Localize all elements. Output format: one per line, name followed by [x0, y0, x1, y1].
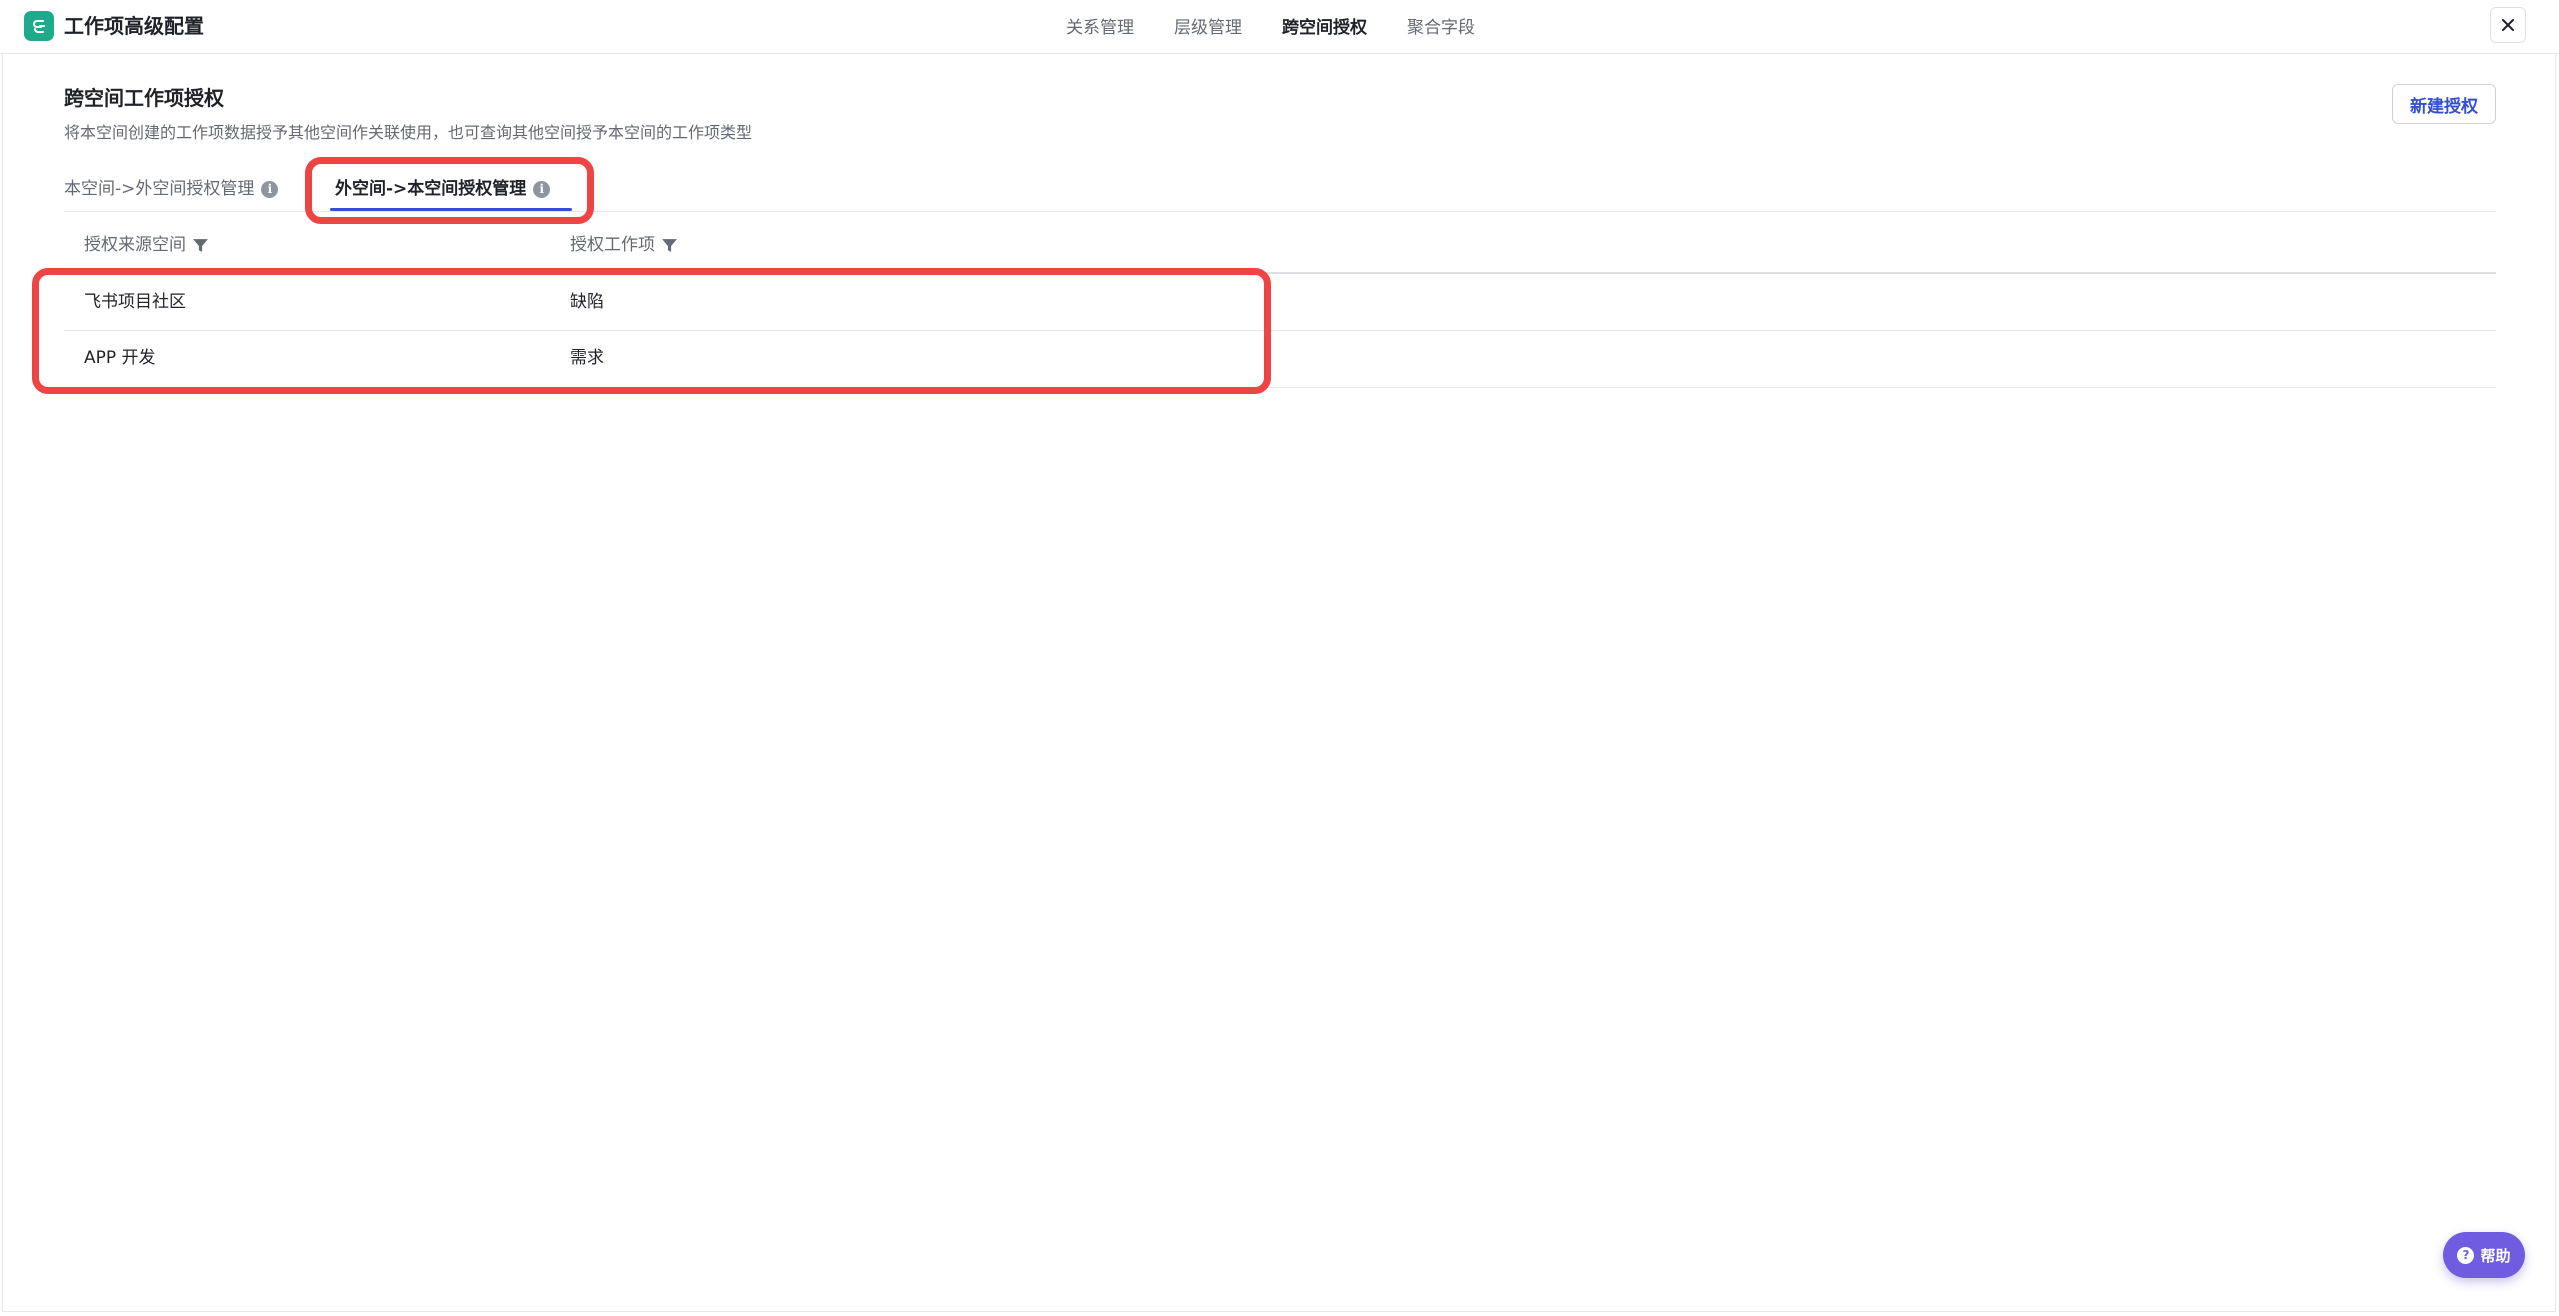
column-header-source-space: 授权来源空间: [84, 233, 209, 257]
top-bar: 工作项高级配置 关系管理 层级管理 跨空间授权 聚合字段: [0, 0, 2559, 54]
info-icon[interactable]: i: [533, 180, 551, 198]
filter-icon[interactable]: [192, 237, 209, 254]
table-header-divider: [64, 272, 2496, 274]
tab-relation-management[interactable]: 关系管理: [1066, 16, 1134, 40]
filter-icon[interactable]: [661, 237, 678, 254]
table-cell-work-item: 需求: [570, 348, 604, 368]
tab-aggregate-fields[interactable]: 聚合字段: [1407, 16, 1475, 40]
tab-cross-space-authorization[interactable]: 跨空间授权: [1282, 16, 1367, 40]
top-nav: 关系管理 层级管理 跨空间授权 聚合字段: [1066, 16, 1515, 40]
tab-local-to-external[interactable]: 本空间->外空间授权管理 i: [64, 177, 279, 201]
tab-label: 外空间->本空间授权管理: [335, 179, 527, 199]
column-header-work-item: 授权工作项: [570, 233, 678, 257]
section-title: 跨空间工作项授权: [64, 86, 224, 110]
table-cell-source-space: APP 开发: [84, 348, 156, 368]
help-button[interactable]: ? 帮助: [2443, 1232, 2525, 1278]
table-cell-source-space: 飞书项目社区: [84, 292, 186, 312]
column-label: 授权工作项: [570, 235, 655, 255]
tab-hierarchy-management[interactable]: 层级管理: [1174, 16, 1242, 40]
app-logo-icon: [24, 11, 54, 41]
table-row-divider: [64, 330, 2496, 331]
help-icon: ?: [2457, 1246, 2475, 1264]
close-button[interactable]: [2490, 7, 2526, 43]
close-icon: [2502, 19, 2514, 31]
section-description: 将本空间创建的工作项数据授予其他空间作关联使用，也可查询其他空间授予本空间的工作…: [64, 123, 753, 142]
new-authorization-button[interactable]: 新建授权: [2392, 84, 2496, 124]
tab-label: 本空间->外空间授权管理: [64, 179, 255, 199]
tab-external-to-local[interactable]: 外空间->本空间授权管理 i: [335, 177, 551, 201]
column-label: 授权来源空间: [84, 235, 186, 255]
info-icon[interactable]: i: [261, 180, 279, 198]
page-title: 工作项高级配置: [64, 14, 204, 38]
table-cell-work-item: 缺陷: [570, 292, 604, 312]
help-label: 帮助: [2480, 1246, 2511, 1265]
tabs-divider: [64, 211, 2496, 212]
table-row-divider: [64, 387, 2496, 388]
